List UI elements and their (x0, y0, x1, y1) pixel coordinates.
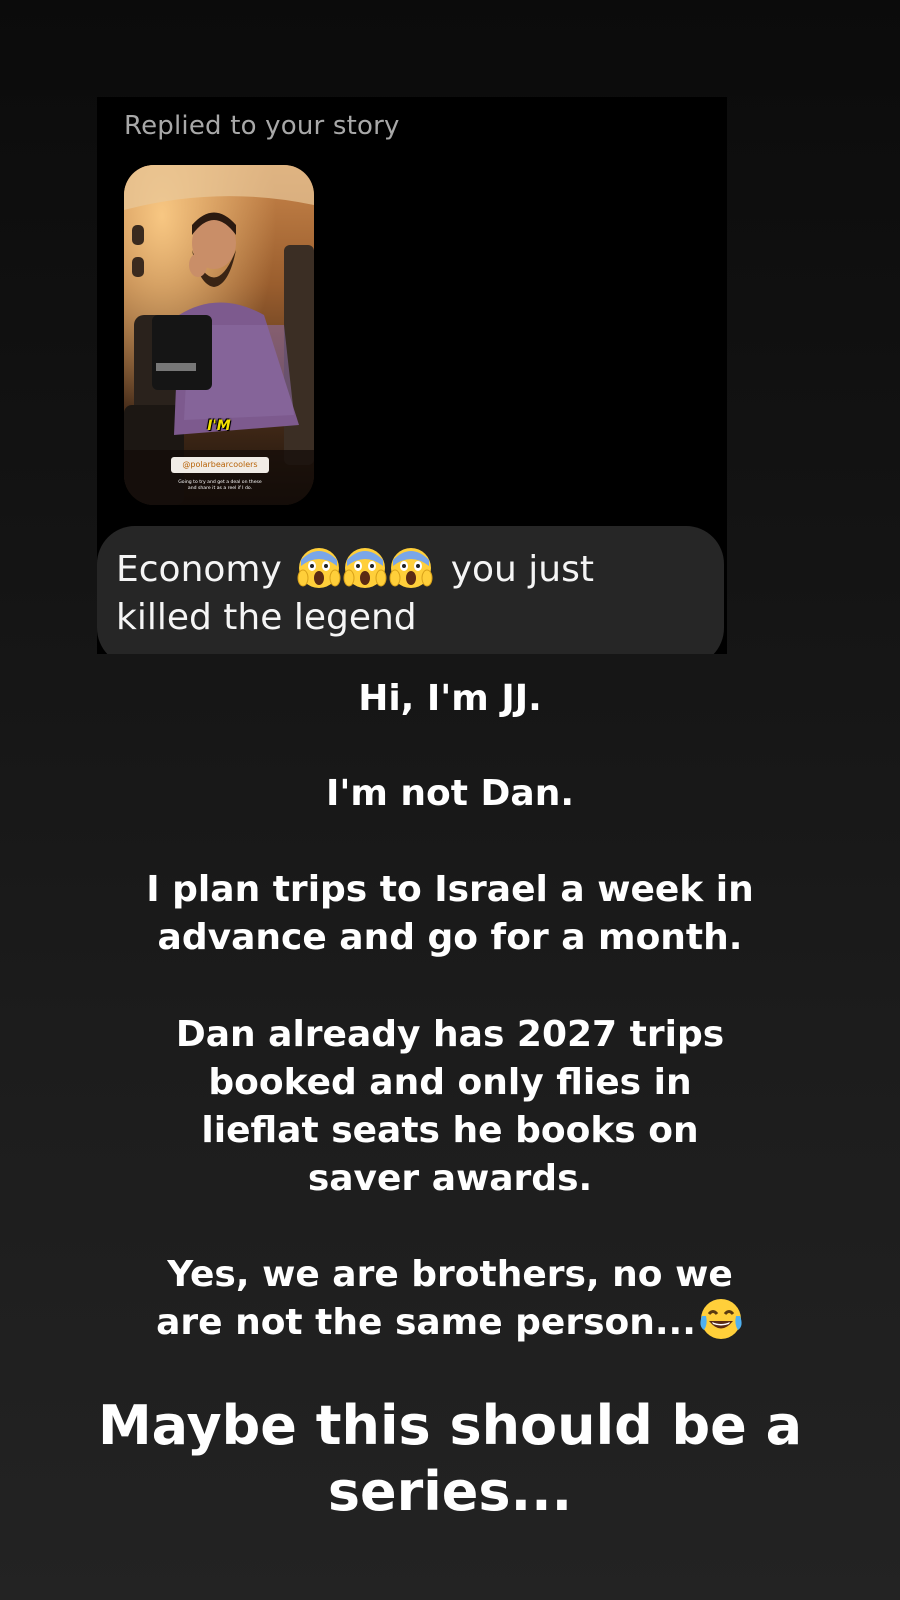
story-headline-line2: series... (327, 1460, 573, 1523)
scream-emoji-icon (297, 548, 341, 588)
story-text-para5-line2: are not the same person... (0, 1299, 900, 1347)
story-headline: Maybe this should be a series... (0, 1393, 900, 1525)
message-text-before: Economy (116, 549, 282, 590)
story-text-para3-line2: advance and go for a month. (157, 917, 743, 958)
emoji-group (297, 546, 435, 590)
story-caption: Going to try and get a deal on these and… (178, 480, 262, 491)
story-text-para4-line3: lieflat seats he books on (201, 1110, 699, 1151)
laughing-tears-emoji-icon (700, 1299, 742, 1339)
story-overlay-word: I'M (207, 418, 231, 434)
story-text-para4-line2: booked and only flies in (208, 1062, 692, 1103)
scream-emoji-icon (343, 548, 387, 588)
story-text-para4-line1: Dan already has 2027 trips (175, 1014, 725, 1055)
scream-emoji-icon (389, 548, 433, 588)
story-text-line-1: Hi, I'm JJ. (358, 678, 542, 719)
story-headline-line1: Maybe this should be a (97, 1394, 803, 1457)
message-bubble: Economy you just killed the legend (97, 526, 724, 654)
story-thumbnail[interactable]: I'M @polarbearcoolers Going to try and g… (124, 165, 314, 505)
story-text-para5-line1: Yes, we are brothers, no we (167, 1254, 733, 1295)
story-text-para4-line4: saver awards. (307, 1158, 593, 1199)
story-text-line-2: I'm not Dan. (325, 773, 575, 814)
replied-to-story-label: Replied to your story (124, 111, 400, 141)
story-text-para3-line1: I plan trips to Israel a week in (146, 869, 754, 910)
story-photo (124, 165, 314, 505)
story-handle-sticker[interactable]: @polarbearcoolers (171, 457, 269, 473)
dm-screenshot: Replied to your story I'M @polarbearcool… (97, 97, 727, 654)
story-text-para5-line2-text: are not the same person... (156, 1302, 696, 1343)
